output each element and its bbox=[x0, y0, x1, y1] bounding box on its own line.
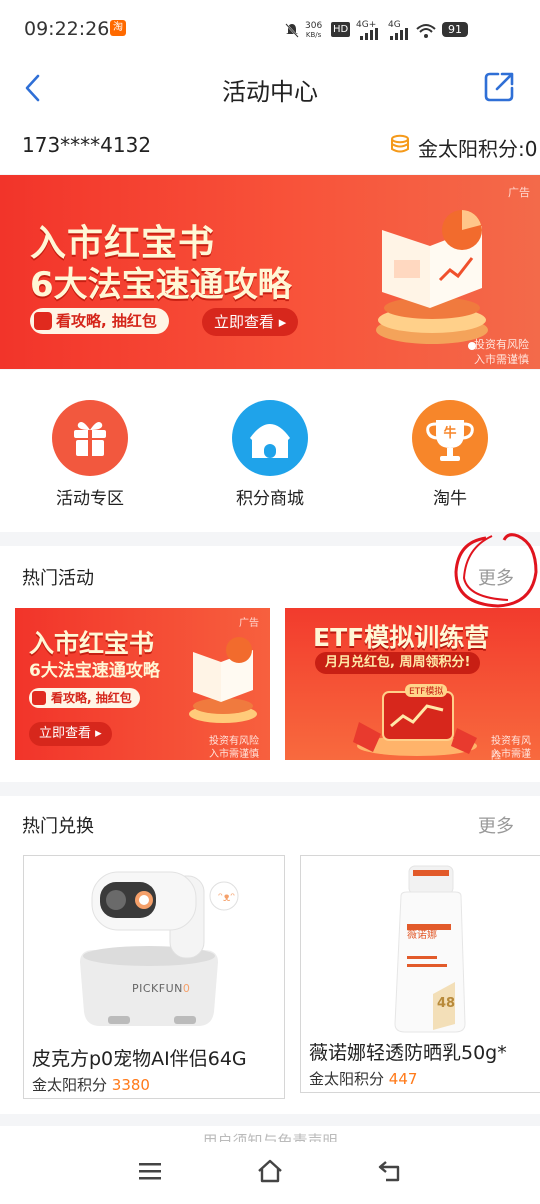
banner-tag: 看攻略, 抽红包 bbox=[30, 308, 169, 334]
red-envelope-icon bbox=[32, 691, 46, 705]
product-brand-name: PICKFUN bbox=[132, 982, 183, 995]
activity-card[interactable]: ETF模拟训练营 月月兑红包, 周周领积分! ETF模拟 投资有风险 入市需谨慎 bbox=[285, 608, 540, 760]
house-icon bbox=[232, 400, 308, 476]
product-brand: PICKFUN0 bbox=[132, 982, 190, 995]
risk-note-line2: 入市需谨慎 bbox=[209, 749, 259, 760]
trophy-icon: 牛 bbox=[412, 400, 488, 476]
ad-label: 广告 bbox=[239, 618, 259, 629]
risk-note-line2: 入市需谨慎 bbox=[474, 353, 529, 366]
points-balance[interactable]: 金太阳积分:0 bbox=[418, 133, 537, 162]
points-label: 金太阳积分 bbox=[309, 1070, 385, 1088]
net-speed: 306 KB/s bbox=[305, 22, 322, 40]
product-name: 薇诺娜轻透防晒乳50g* bbox=[309, 1042, 507, 1064]
bottle-label: 薇诺娜 bbox=[407, 930, 437, 941]
product-points: 金太阳积分 3380 bbox=[32, 1074, 150, 1095]
card-tag: 看攻略, 抽红包 bbox=[29, 688, 140, 708]
signal-icon bbox=[360, 28, 378, 40]
wifi-icon bbox=[416, 24, 436, 38]
mute-bell-icon bbox=[285, 23, 299, 38]
card-view-button[interactable]: 立即查看 ▸ bbox=[29, 722, 112, 746]
points-value: 3380 bbox=[111, 1076, 150, 1094]
activity-card[interactable]: 入市红宝书 6大法宝速通攻略 看攻略, 抽红包 立即查看 ▸ 广告 投资有风险 … bbox=[15, 608, 270, 760]
bottle-number: 48 bbox=[437, 996, 456, 1011]
pet-camera-product-image: ᵔᴥᵔ bbox=[80, 871, 239, 1026]
book-illustration-icon bbox=[376, 210, 488, 344]
banner-view-button[interactable]: 立即查看 ▸ bbox=[202, 308, 299, 336]
nav-label: 淘牛 bbox=[433, 489, 467, 509]
card-title-line2: 6大法宝速通攻略 bbox=[29, 661, 160, 681]
net-speed-unit: KB/s bbox=[305, 31, 322, 39]
banner-title-line2: 6大法宝速通攻略 bbox=[30, 265, 292, 305]
points-value: 447 bbox=[388, 1070, 418, 1088]
etf-inner-label: ETF模拟 bbox=[405, 684, 448, 697]
red-scribble-annotation bbox=[454, 533, 538, 608]
signal-icon-2 bbox=[390, 28, 408, 40]
net-speed-value: 306 bbox=[305, 21, 323, 31]
nav-label: 积分商城 bbox=[236, 489, 304, 509]
product-name: 皮克方p0宠物AI伴侣64G bbox=[32, 1048, 247, 1070]
product-card[interactable]: 薇诺娜 48 薇诺娜轻透防晒乳50g* 金太阳积分 447 bbox=[300, 855, 540, 1093]
trophy-badge: 牛 bbox=[443, 426, 457, 441]
card-subtitle: 月月兑红包, 周周领积分! bbox=[315, 652, 481, 674]
red-envelope-icon bbox=[34, 312, 52, 330]
share-icon[interactable] bbox=[482, 70, 516, 104]
ad-label: 广告 bbox=[508, 186, 530, 199]
card-title-line1: 入市红宝书 bbox=[29, 629, 155, 658]
more-link[interactable]: 更多 bbox=[478, 812, 514, 838]
risk-note-line1: 投资有风险 bbox=[474, 338, 529, 351]
risk-note-line2: 入市需谨慎 bbox=[491, 749, 531, 760]
back-nav-icon[interactable] bbox=[376, 1158, 404, 1184]
nav-label: 活动专区 bbox=[56, 489, 124, 509]
nav-points-mall[interactable]: 积分商城 bbox=[210, 400, 330, 509]
svg-text:ᵔᴥᵔ: ᵔᴥᵔ bbox=[218, 890, 235, 904]
section-title: 热门兑换 bbox=[22, 816, 94, 837]
product-brand-suffix: 0 bbox=[182, 982, 191, 995]
product-card[interactable]: ᵔᴥᵔ PICKFUN0 皮克方p0宠物AI伴侣64G 金太阳积分 3380 bbox=[23, 855, 285, 1099]
gift-icon bbox=[52, 400, 128, 476]
home-icon[interactable] bbox=[256, 1158, 284, 1184]
sunscreen-bottle-product-image bbox=[394, 865, 466, 1033]
page-title: 活动中心 bbox=[222, 78, 318, 106]
points-label: 金太阳积分 bbox=[32, 1076, 108, 1094]
coin-stack-icon bbox=[391, 134, 409, 153]
product-points: 金太阳积分 447 bbox=[309, 1068, 417, 1089]
taobao-notification-icon: 淘 bbox=[110, 20, 126, 36]
nav-taoniu[interactable]: 牛 淘牛 bbox=[390, 400, 510, 509]
menu-icon[interactable] bbox=[138, 1160, 162, 1182]
nav-activity-zone[interactable]: 活动专区 bbox=[30, 400, 150, 509]
card-tag-label: 看攻略, 抽红包 bbox=[51, 691, 132, 705]
disclaimer-link[interactable]: 用户须知与免责声明 bbox=[0, 1130, 540, 1142]
phone-number: 173****4132 bbox=[22, 133, 152, 157]
status-time: 09:22:26 bbox=[24, 18, 110, 40]
section-title: 热门活动 bbox=[22, 568, 94, 589]
book-illustration-icon bbox=[189, 637, 257, 723]
battery-icon: 91 bbox=[442, 22, 468, 37]
card-title: ETF模拟训练营 bbox=[313, 623, 490, 652]
hd-icon: HD bbox=[331, 22, 351, 37]
banner-tag-label: 看攻略, 抽红包 bbox=[56, 312, 157, 330]
